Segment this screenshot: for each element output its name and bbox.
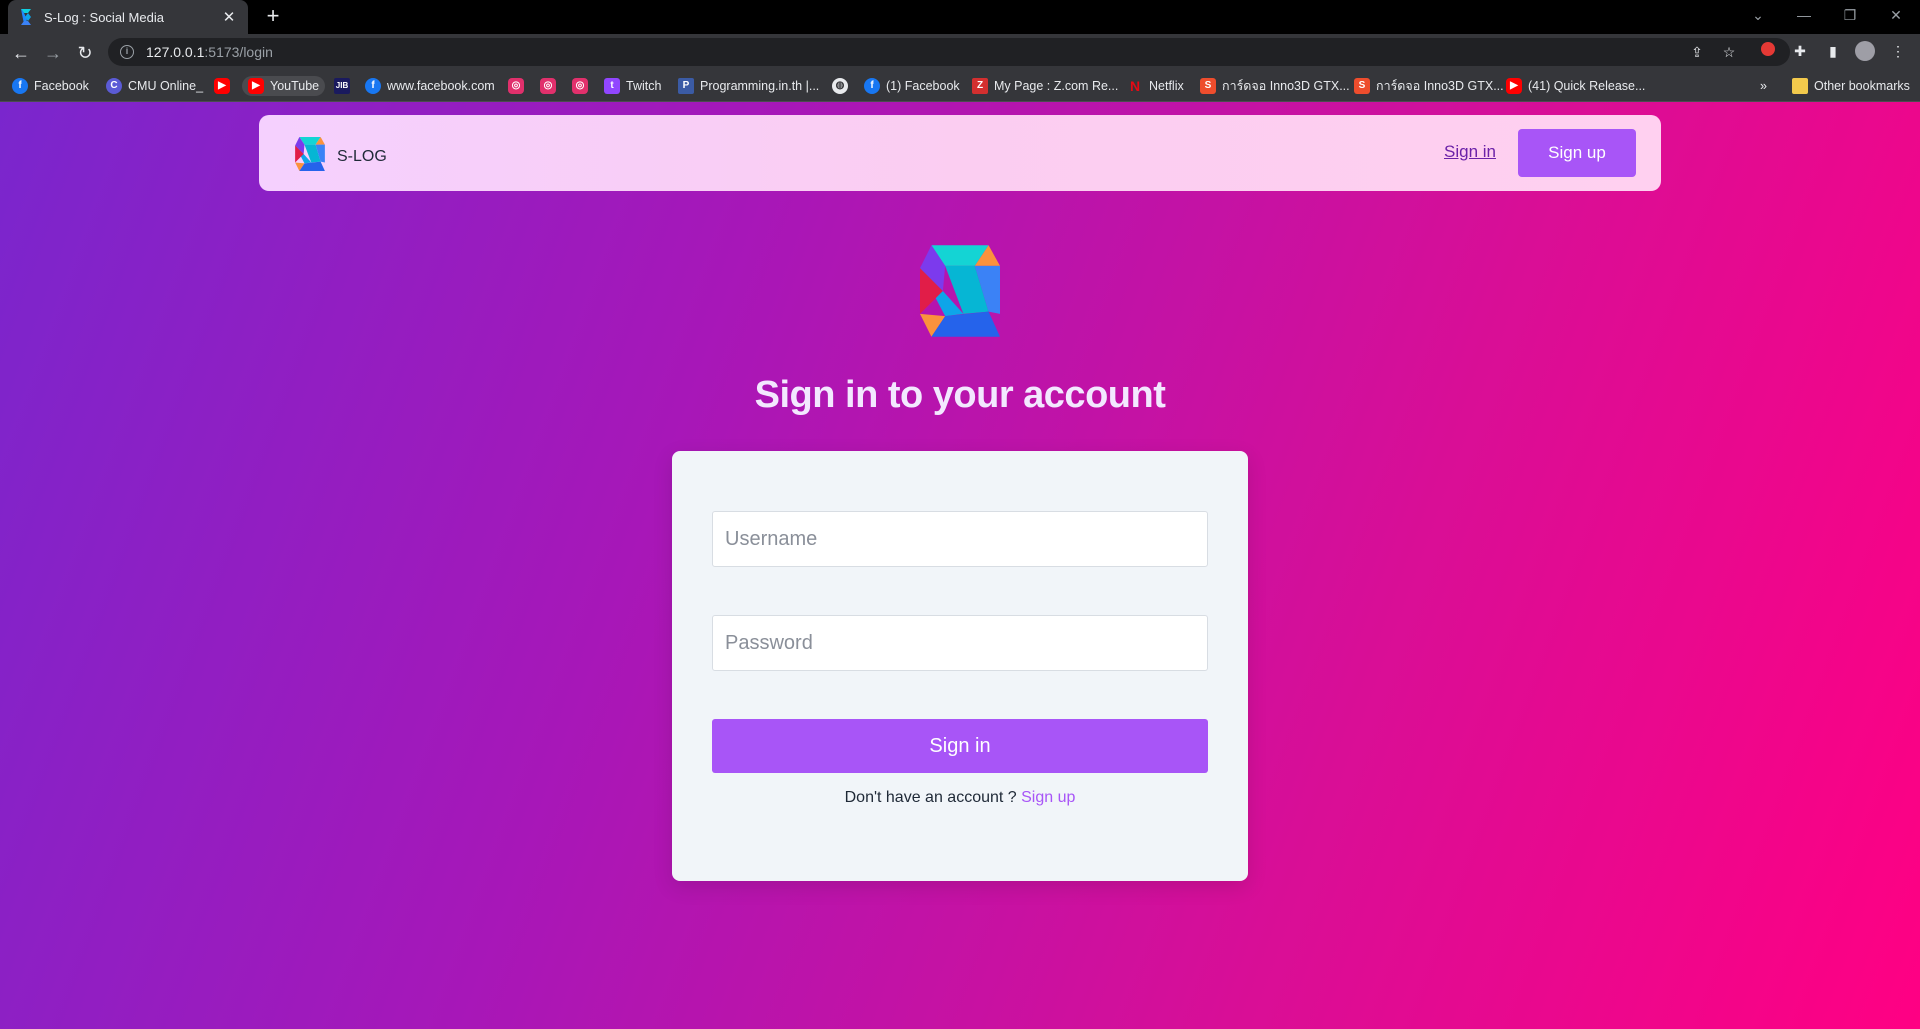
new-tab-button[interactable]: + bbox=[260, 4, 286, 30]
hero-logo-icon bbox=[920, 244, 1000, 343]
back-icon[interactable]: ← bbox=[8, 40, 34, 66]
jib-icon: JIB bbox=[334, 78, 350, 94]
profile-avatar-icon[interactable] bbox=[1855, 41, 1875, 61]
twitch-icon: t bbox=[604, 78, 620, 94]
tab-title: S-Log : Social Media bbox=[44, 9, 164, 25]
facebook-icon: f bbox=[864, 78, 880, 94]
bookmark-instagram-1[interactable]: ◎ bbox=[508, 76, 530, 96]
tab-search-icon[interactable]: ⌄ bbox=[1735, 0, 1781, 30]
bookmark-netflix[interactable]: N Netflix bbox=[1127, 76, 1184, 96]
folder-icon bbox=[1792, 78, 1808, 94]
nav-signin-link[interactable]: Sign in bbox=[1444, 142, 1496, 162]
extension-red-icon[interactable] bbox=[1758, 41, 1778, 61]
facebook-icon: f bbox=[12, 78, 28, 94]
shopee-icon: S bbox=[1354, 78, 1370, 94]
site-info-icon[interactable]: i bbox=[120, 45, 134, 59]
close-window-icon[interactable]: ✕ bbox=[1873, 0, 1919, 30]
brand-name: S-LOG bbox=[337, 147, 387, 165]
programming-icon: P bbox=[678, 78, 694, 94]
password-input[interactable] bbox=[712, 615, 1208, 671]
bookmark-zcom[interactable]: Z My Page : Z.com Re... bbox=[972, 76, 1118, 96]
bookmark-cmu[interactable]: C CMU Online_ bbox=[106, 76, 203, 96]
youtube-icon: ▶ bbox=[1506, 78, 1522, 94]
signup-link[interactable]: Sign up bbox=[1021, 789, 1075, 806]
globe-icon: ◍ bbox=[832, 78, 848, 94]
bookmark-instagram-2[interactable]: ◎ bbox=[540, 76, 562, 96]
youtube-icon: ▶ bbox=[248, 78, 264, 94]
signup-prompt: Don't have an account ? Sign up bbox=[672, 789, 1248, 807]
tab-strip: S-Log : Social Media ✕ + ⌄ — ❐ ✕ bbox=[0, 0, 1920, 34]
slog-favicon-icon bbox=[18, 9, 34, 25]
bookmark-jib[interactable]: JIB bbox=[334, 76, 356, 96]
instagram-icon: ◎ bbox=[508, 78, 524, 94]
bookmark-facebook-1[interactable]: f (1) Facebook bbox=[864, 76, 960, 96]
bookmark-facebook[interactable]: f Facebook bbox=[12, 76, 89, 96]
bookmark-www-facebook[interactable]: f www.facebook.com bbox=[365, 76, 495, 96]
reload-icon[interactable]: ↻ bbox=[72, 40, 98, 66]
bookmark-shopee-1[interactable]: S การ์ดจอ Inno3D GTX... bbox=[1200, 76, 1350, 96]
facebook-icon: f bbox=[365, 78, 381, 94]
youtube-icon: ▶ bbox=[214, 78, 230, 94]
bookmark-instagram-3[interactable]: ◎ bbox=[572, 76, 594, 96]
bookmark-shopee-2[interactable]: S การ์ดจอ Inno3D GTX... bbox=[1354, 76, 1504, 96]
signin-button[interactable]: Sign in bbox=[712, 719, 1208, 773]
zcom-icon: Z bbox=[972, 78, 988, 94]
shopee-icon: S bbox=[1200, 78, 1216, 94]
site-navbar: S-LOG Sign in Sign up bbox=[259, 115, 1661, 191]
no-account-text: Don't have an account ? bbox=[844, 789, 1017, 806]
bookmark-twitch[interactable]: t Twitch bbox=[604, 76, 661, 96]
url-host: 127.0.0.1 bbox=[146, 44, 205, 60]
brand[interactable]: S-LOG bbox=[295, 137, 387, 176]
cmu-icon: C bbox=[106, 78, 122, 94]
more-bookmarks-icon[interactable]: » bbox=[1760, 76, 1767, 96]
url-path: :5173/login bbox=[204, 44, 273, 60]
bookmarks-bar: f Facebook C CMU Online_ ▶ ▶ YouTube JIB fw… bbox=[0, 70, 1920, 102]
bookmark-programming[interactable]: P Programming.in.th |... bbox=[678, 76, 819, 96]
page-viewport: S-LOG Sign in Sign up Sign in to your ac… bbox=[0, 102, 1920, 1029]
bookmark-globe[interactable]: ◍ bbox=[832, 76, 854, 96]
username-input[interactable] bbox=[712, 511, 1208, 567]
browser-menu-icon[interactable]: ⋮ bbox=[1888, 41, 1908, 61]
restore-icon[interactable]: ❐ bbox=[1827, 0, 1873, 30]
extensions-puzzle-icon[interactable]: ✚ bbox=[1790, 41, 1810, 61]
forward-icon[interactable]: → bbox=[40, 40, 66, 66]
side-panel-icon[interactable]: ▮ bbox=[1823, 41, 1843, 61]
other-bookmarks[interactable]: Other bookmarks bbox=[1792, 76, 1910, 96]
instagram-icon: ◎ bbox=[572, 78, 588, 94]
close-tab-icon[interactable]: ✕ bbox=[220, 8, 238, 26]
login-card: Sign in Don't have an account ? Sign up bbox=[672, 451, 1248, 881]
bookmark-star-icon[interactable]: ☆ bbox=[1720, 43, 1738, 61]
netflix-icon: N bbox=[1129, 78, 1141, 94]
browser-tab[interactable]: S-Log : Social Media ✕ bbox=[8, 0, 248, 34]
minimize-icon[interactable]: — bbox=[1781, 0, 1827, 30]
page-title: Sign in to your account bbox=[754, 374, 1166, 416]
share-icon[interactable]: ⇪ bbox=[1688, 43, 1706, 61]
instagram-icon: ◎ bbox=[540, 78, 556, 94]
nav-signup-button[interactable]: Sign up bbox=[1518, 129, 1636, 177]
browser-toolbar: ← → ↻ i 127.0.0.1:5173/login ⇪ ☆ ✚ ▮ ⋮ bbox=[0, 34, 1920, 70]
slog-logo-icon bbox=[295, 137, 325, 176]
address-bar[interactable]: i 127.0.0.1:5173/login ⇪ ☆ bbox=[108, 38, 1790, 66]
bookmark-youtube[interactable]: ▶ YouTube bbox=[242, 76, 326, 96]
bookmark-youtube-blank[interactable]: ▶ bbox=[214, 76, 236, 96]
bookmark-quick-release[interactable]: ▶ (41) Quick Release... bbox=[1506, 76, 1645, 96]
